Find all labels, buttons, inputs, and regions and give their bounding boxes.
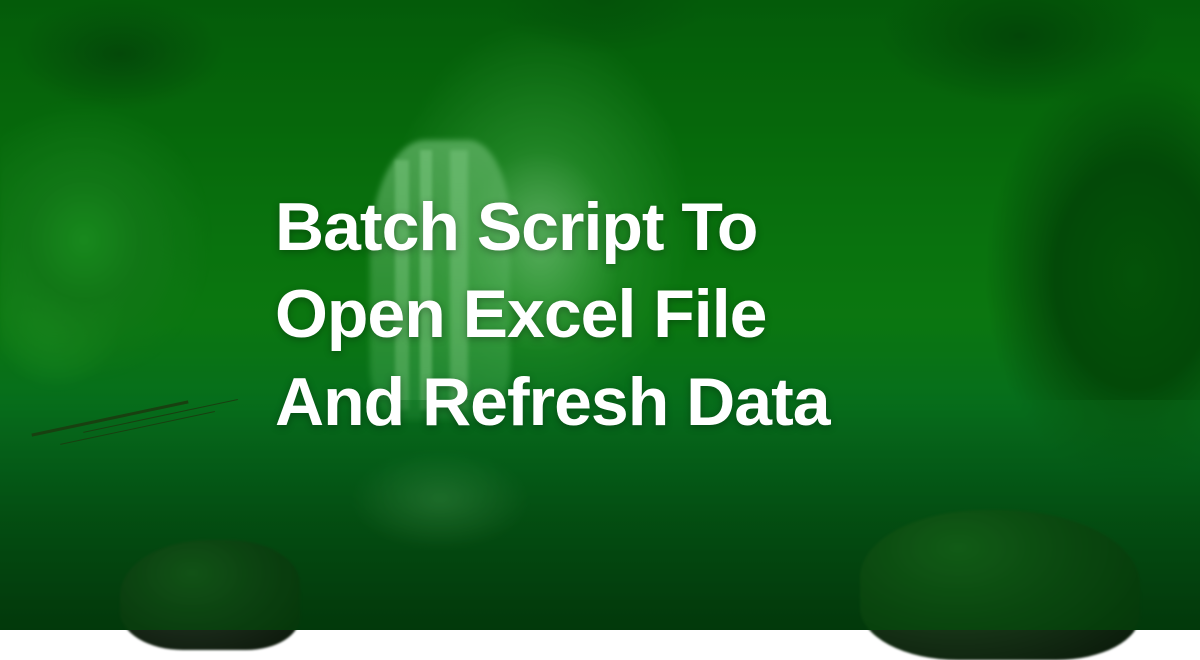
title-line-1: Batch Script To: [275, 189, 757, 265]
page-title: Batch Script To Open Excel File And Refr…: [275, 184, 830, 445]
title-container: Batch Script To Open Excel File And Refr…: [0, 0, 1200, 630]
title-line-2: Open Excel File: [275, 276, 766, 352]
title-line-3: And Refresh Data: [275, 364, 830, 440]
